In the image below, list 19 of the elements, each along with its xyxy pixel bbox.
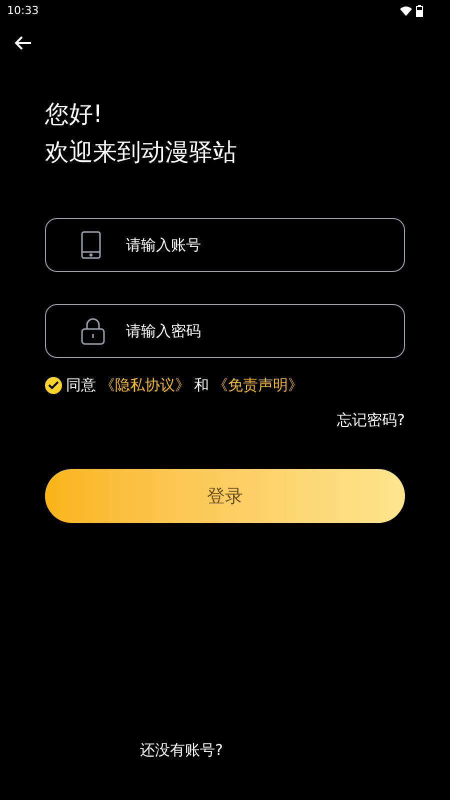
forgot-password-link[interactable]: 忘记密码? <box>337 408 405 431</box>
lock-icon <box>81 317 105 345</box>
check-icon <box>48 380 59 390</box>
agree-checkbox[interactable] <box>45 376 62 394</box>
agreement-link[interactable]: 《免责声明》 <box>213 374 303 396</box>
status-time: 10:33 <box>7 2 39 19</box>
wifi-icon <box>400 6 412 16</box>
agreement-text: 和 <box>194 375 209 396</box>
login-button[interactable]: 登录 <box>45 469 405 523</box>
back-arrow-icon[interactable] <box>14 35 32 51</box>
agreement-text: 同意 <box>66 375 96 396</box>
greeting-text: 您好! <box>45 99 104 130</box>
greeting-text: 欢迎来到动漫驿站 <box>45 137 238 168</box>
phone-icon <box>81 231 101 259</box>
register-prompt: 还没有账号? <box>140 741 223 759</box>
input-field[interactable]: 请输入账号 <box>45 218 405 272</box>
input-field[interactable]: 请输入密码 <box>45 304 405 358</box>
battery-icon <box>416 5 423 17</box>
agreement-link[interactable]: 《隐私协议》 <box>100 374 190 396</box>
